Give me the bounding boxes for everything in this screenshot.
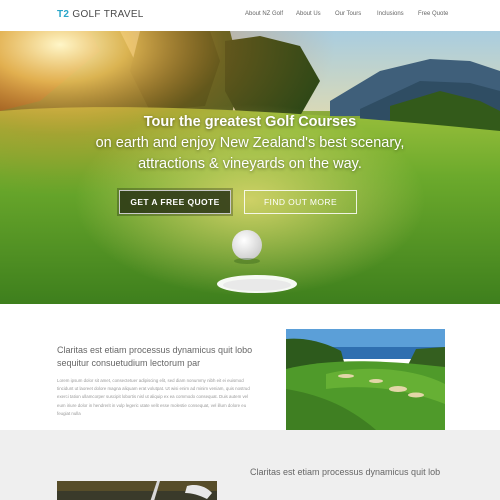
nav-free-quote[interactable]: Free Quote bbox=[418, 11, 448, 17]
nav-our-tours[interactable]: Our Tours bbox=[335, 11, 361, 17]
find-out-more-button[interactable]: FIND OUT MORE bbox=[244, 190, 357, 214]
intro-body-text: Lorem ipsum dolor sit amet, consectetuer… bbox=[57, 378, 250, 416]
golf-course-photo bbox=[286, 329, 445, 430]
golf-club-photo bbox=[57, 481, 217, 500]
intro-section: Claritas est etiam processus dynamicus q… bbox=[0, 304, 500, 430]
nav-about-us[interactable]: About Us bbox=[296, 11, 321, 17]
features-heading: Claritas est etiam processus dynamicus q… bbox=[250, 467, 441, 477]
golf-club-image bbox=[57, 481, 217, 500]
hero-subtitle-line-2: attractions & vineyards on the way. bbox=[138, 156, 362, 172]
hero-title: Tour the greatest Golf Courses bbox=[143, 114, 357, 130]
get-free-quote-button[interactable]: GET A FREE QUOTE bbox=[119, 190, 231, 214]
intro-heading: Claritas est etiam processus dynamicus q… bbox=[57, 345, 253, 368]
site-header: T2 GOLF TRAVEL About NZ Golf About Us Ou… bbox=[0, 0, 500, 31]
golf-course-image bbox=[286, 329, 445, 430]
nav-about-nz-golf[interactable]: About NZ Golf bbox=[245, 11, 283, 17]
hero-subtitle-line-1: on earth and enjoy New Zealand's best sc… bbox=[95, 135, 405, 151]
hero-banner: Tour the greatest Golf Courses on earth … bbox=[0, 31, 500, 304]
nav-inclusions[interactable]: Inclusions bbox=[377, 11, 404, 17]
features-section: Claritas est etiam processus dynamicus q… bbox=[0, 430, 500, 500]
main-nav: About NZ Golf About Us Our Tours Inclusi… bbox=[0, 11, 500, 23]
